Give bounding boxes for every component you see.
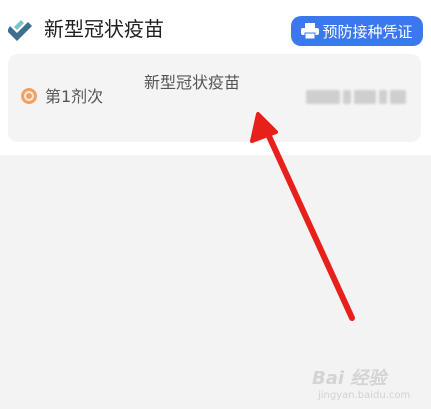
vaccine-icon: [8, 20, 32, 41]
printer-icon: [301, 23, 320, 39]
certificate-button-label: 预防接种凭证: [322, 22, 413, 41]
dose-vaccine-name: 新型冠状疫苗: [144, 73, 241, 92]
watermark-url: jingyan.baidu.com: [318, 390, 411, 401]
watermark-logo: Bai 经验: [312, 368, 387, 389]
dose-number-label: 第1剂次: [45, 87, 104, 106]
card-header: 新型冠状疫苗 预防接种凭证: [0, 0, 431, 50]
screen: 新型冠状疫苗 预防接种凭证 第1剂次 新型冠状疫苗 Bai 经验 jingyan…: [0, 0, 431, 409]
vaccination-certificate-button[interactable]: 预防接种凭证: [291, 16, 423, 46]
dose-date-redacted: [306, 90, 408, 104]
vaccine-card: 新型冠状疫苗 预防接种凭证 第1剂次 新型冠状疫苗: [0, 0, 431, 155]
dose-status-icon: [21, 88, 37, 104]
dose-record-row[interactable]: 第1剂次 新型冠状疫苗: [8, 54, 421, 142]
page-title: 新型冠状疫苗: [44, 17, 164, 41]
baidu-jingyan-watermark: Bai 经验 jingyan.baidu.com: [312, 360, 424, 404]
